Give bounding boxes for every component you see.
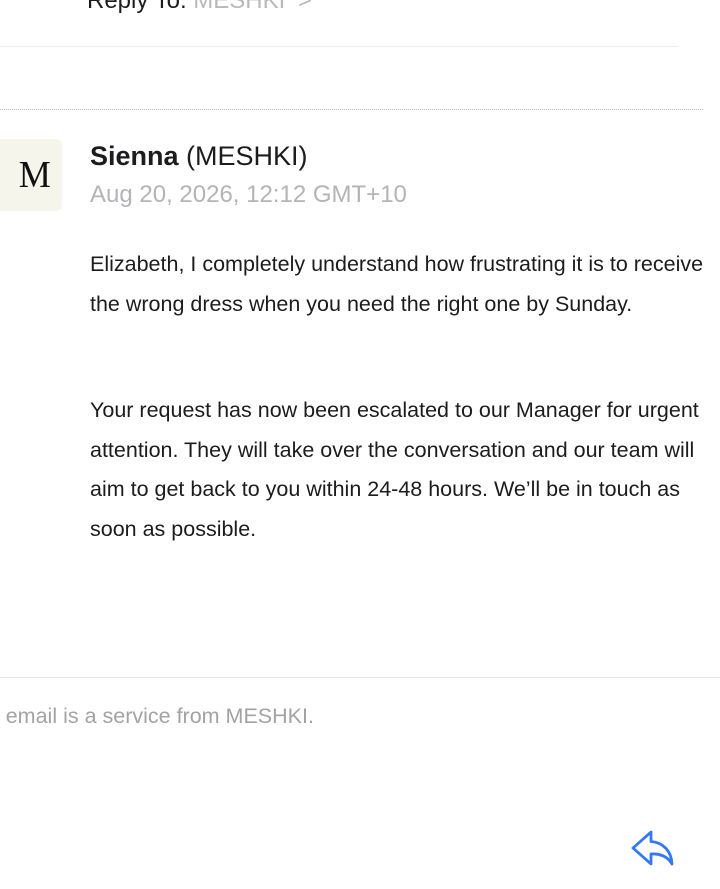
sender-name[interactable]: Sienna	[90, 141, 179, 171]
footer-note: s email is a service from MESHKI.	[0, 704, 314, 728]
message-date: Aug 20, 2026, 12:12 GMT+10	[90, 181, 407, 208]
reply-button[interactable]	[627, 826, 677, 872]
reply-to-label: Reply To:	[87, 0, 187, 14]
message-paragraph: Elizabeth, I completely understand how f…	[90, 252, 704, 316]
message-separator	[0, 109, 703, 110]
sender-line[interactable]: Sienna (MESHKI)	[90, 139, 308, 173]
footer-divider	[0, 677, 720, 678]
reply-arrow-icon[interactable]	[627, 826, 677, 872]
reply-to-value[interactable]: MESHKI	[193, 0, 285, 14]
header-divider	[0, 46, 678, 47]
message-paragraph: Your request has now been escalated to o…	[90, 398, 699, 541]
avatar-letter: M	[18, 154, 51, 196]
sender-org[interactable]: (MESHKI)	[186, 141, 308, 171]
reply-to-row[interactable]: Reply To: MESHKI >	[87, 0, 312, 16]
sender-avatar: M	[0, 139, 62, 211]
chevron-right-icon[interactable]: >	[298, 0, 312, 14]
